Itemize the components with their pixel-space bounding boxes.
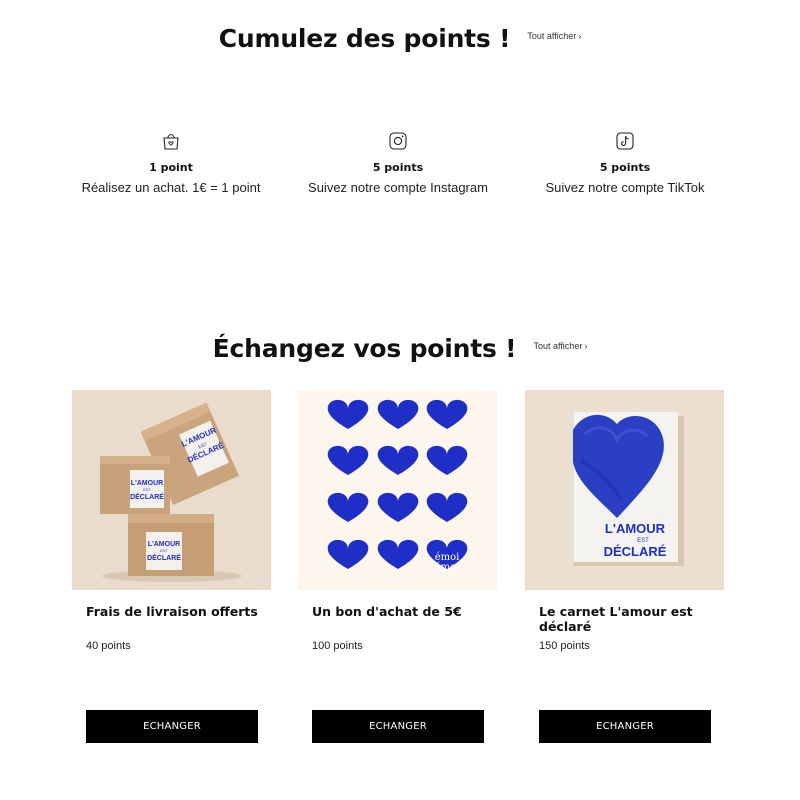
reward-points: 40 points bbox=[86, 640, 131, 652]
redeem-see-all-label: Tout afficher bbox=[533, 340, 583, 351]
reward-image-notebook[interactable]: L'AMOUR EST DÉCLARÉ bbox=[525, 390, 724, 590]
earn-item-purchase: 1 point Réalisez un achat. 1€ = 1 point bbox=[71, 131, 271, 195]
reward-title: Un bon d'achat de 5€ bbox=[312, 604, 462, 619]
earn-item-tiktok: 5 points Suivez notre compte TikTok bbox=[525, 131, 725, 195]
redeem-see-all-link[interactable]: Tout afficher › bbox=[533, 341, 587, 351]
earn-see-all-link[interactable]: Tout afficher › bbox=[527, 31, 581, 41]
redeem-section-title: Échangez vos points ! bbox=[212, 334, 517, 363]
exchange-button[interactable]: ECHANGER bbox=[539, 710, 711, 743]
reward-card-notebook: L'AMOUR EST DÉCLARÉ Le carnet L'amour es… bbox=[525, 390, 725, 743]
earn-item-points: 5 points bbox=[372, 161, 424, 174]
reward-title: Le carnet L'amour est déclaré bbox=[539, 604, 693, 634]
chevron-right-icon: › bbox=[578, 30, 582, 41]
reward-image-boxes[interactable]: L'AMOUR EST DÉCLARÉ L'AMOUR EST DÉCLARÉ … bbox=[72, 390, 271, 590]
reward-card-voucher: émoi émoi Un bon d'achat de 5€ 100 point… bbox=[298, 390, 498, 743]
earn-item-description: Réalisez un achat. 1€ = 1 point bbox=[81, 180, 261, 195]
svg-text:L'AMOUR: L'AMOUR bbox=[605, 521, 666, 536]
instagram-icon bbox=[389, 132, 407, 150]
earn-item-points: 1 point bbox=[149, 161, 193, 174]
svg-text:DÉCLARÉ: DÉCLARÉ bbox=[604, 544, 667, 559]
earn-section-header: Cumulez des points ! Tout afficher › bbox=[0, 24, 800, 53]
reward-image-hearts[interactable]: émoi émoi bbox=[298, 390, 497, 590]
svg-text:DÉCLARÉ: DÉCLARÉ bbox=[147, 553, 181, 562]
earn-item-instagram: 5 points Suivez notre compte Instagram bbox=[298, 131, 498, 195]
exchange-button[interactable]: ECHANGER bbox=[86, 710, 258, 743]
svg-text:émoi: émoi bbox=[435, 562, 460, 573]
svg-text:EST: EST bbox=[160, 548, 168, 553]
chevron-right-icon: › bbox=[584, 340, 588, 351]
shopping-bag-icon bbox=[163, 134, 179, 150]
reward-card-free-shipping: L'AMOUR EST DÉCLARÉ L'AMOUR EST DÉCLARÉ … bbox=[72, 390, 272, 743]
reward-points: 150 points bbox=[539, 640, 590, 652]
exchange-button[interactable]: ECHANGER bbox=[312, 710, 484, 743]
svg-text:DÉCLARÉ: DÉCLARÉ bbox=[130, 492, 164, 501]
svg-text:L'AMOUR: L'AMOUR bbox=[131, 480, 163, 487]
earn-item-points: 5 points bbox=[599, 161, 651, 174]
earn-see-all-label: Tout afficher bbox=[527, 30, 577, 41]
svg-text:L'AMOUR: L'AMOUR bbox=[148, 541, 180, 548]
reward-points: 100 points bbox=[312, 640, 363, 652]
tiktok-icon bbox=[616, 132, 634, 150]
earn-item-description: Suivez notre compte TikTok bbox=[545, 180, 705, 195]
svg-text:EST: EST bbox=[143, 487, 151, 492]
reward-title: Frais de livraison offerts bbox=[86, 604, 258, 619]
earn-item-description: Suivez notre compte Instagram bbox=[308, 180, 488, 195]
redeem-section-header: Échangez vos points ! Tout afficher › bbox=[0, 334, 800, 363]
earn-section-title: Cumulez des points ! bbox=[218, 24, 511, 53]
